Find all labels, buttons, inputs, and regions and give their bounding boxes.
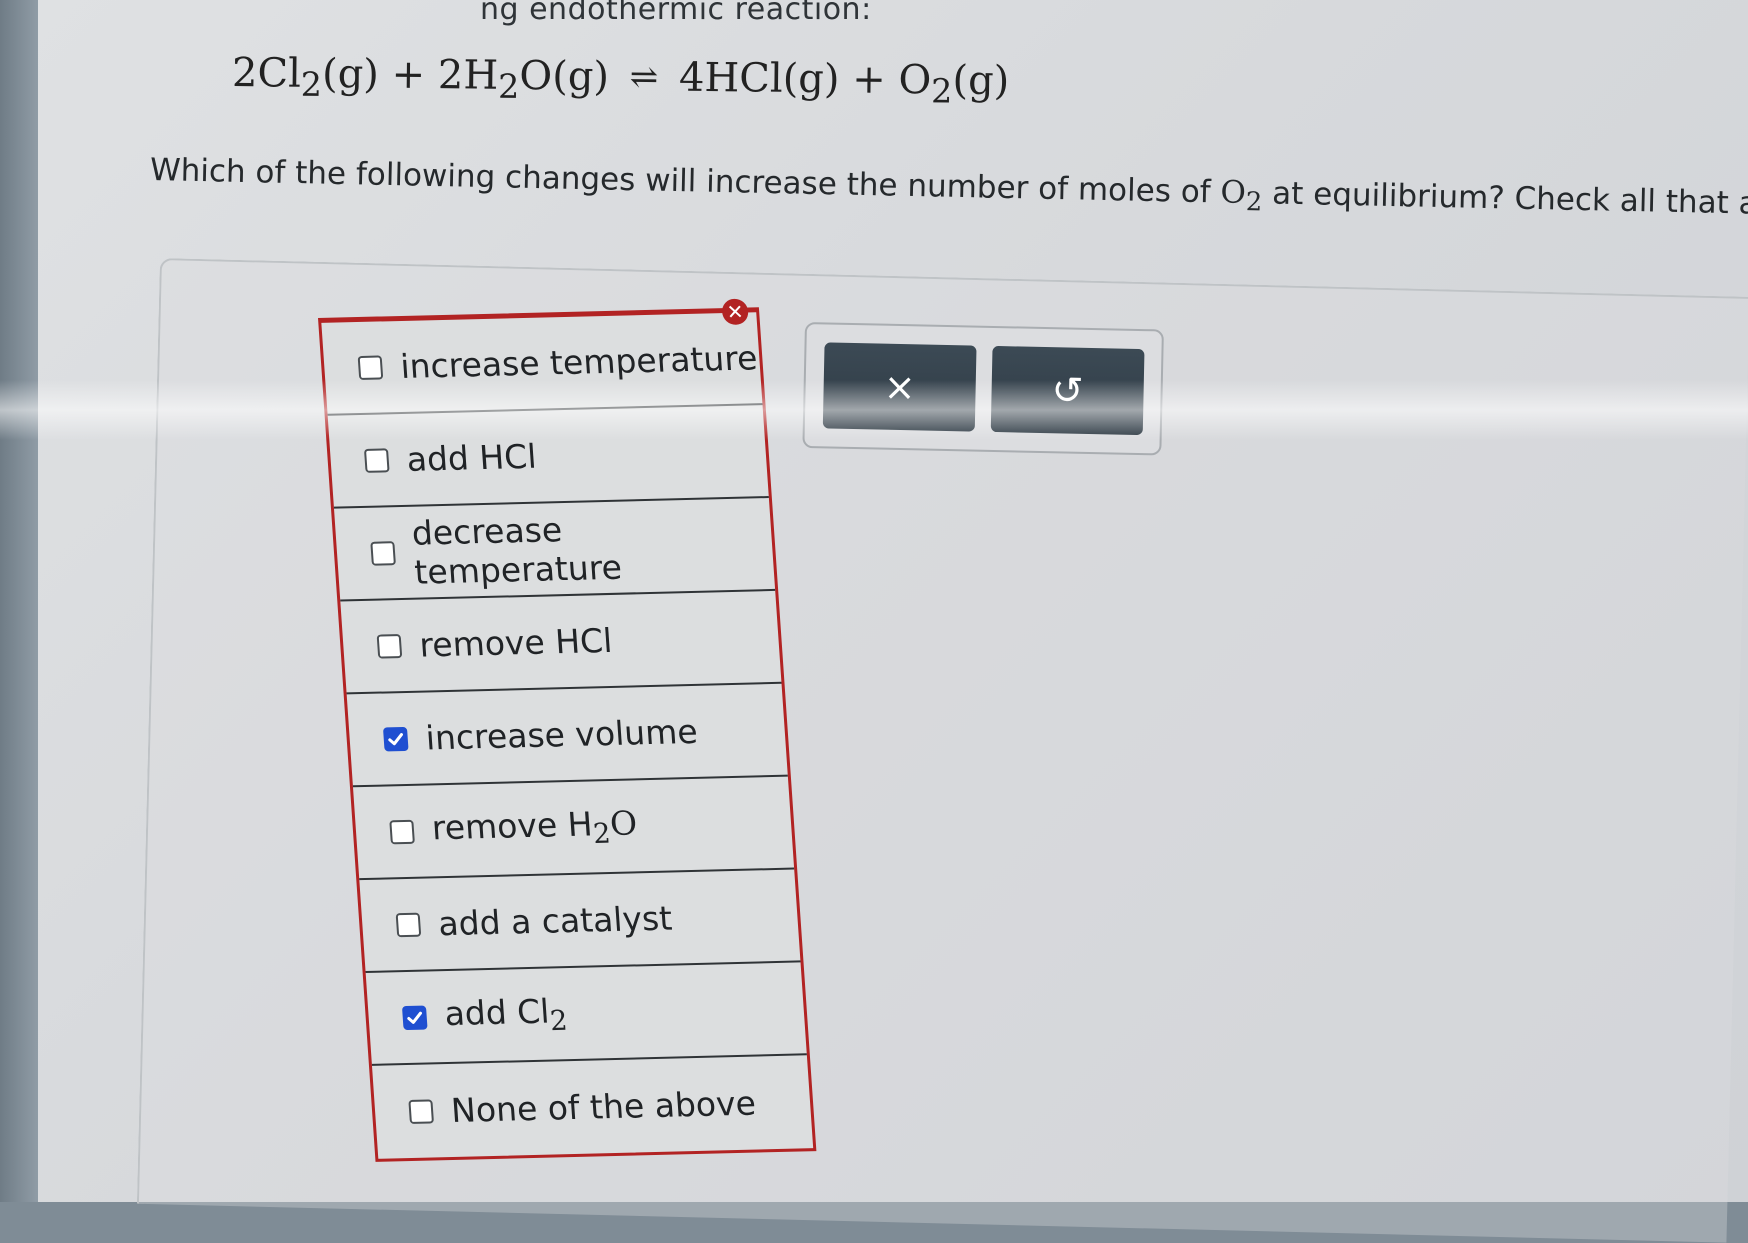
checkbox[interactable]	[357, 354, 384, 380]
checkbox-checked[interactable]	[382, 726, 409, 752]
plus-sign: +	[851, 56, 886, 103]
option-label: increase temperature	[399, 338, 759, 386]
option-label: remove HCl	[418, 620, 614, 665]
checkbox[interactable]	[389, 819, 415, 844]
answer-toolbar: × ↺	[802, 322, 1164, 456]
answer-checklist: ✕ increase temperature add HCl decrease …	[318, 298, 817, 1162]
checkbox[interactable]	[370, 540, 396, 566]
plus-sign: +	[391, 51, 426, 99]
option-none-of-the-above[interactable]: None of the above	[372, 1055, 813, 1159]
close-icon: ×	[883, 364, 917, 410]
chemical-equation: 2Cl2(g) + 2H2O(g) ⇌ 4HCl(g) + O2(g)	[232, 50, 1010, 111]
checkbox-checked[interactable]	[401, 1005, 428, 1030]
checkbox[interactable]	[408, 1098, 434, 1124]
checkmark-icon	[407, 1011, 422, 1024]
reactant-h2o: 2H2O(g)	[437, 52, 610, 107]
checkbox[interactable]	[376, 633, 403, 659]
checkbox[interactable]	[363, 447, 390, 473]
option-increase-temperature[interactable]: increase temperature	[321, 312, 763, 416]
equilibrium-arrow: ⇌	[629, 57, 659, 98]
intro-text: ng endothermic reaction:	[480, 0, 872, 27]
option-add-hcl[interactable]: add HCl	[327, 405, 769, 509]
option-decrease-temperature[interactable]: decrease temperature	[334, 498, 776, 602]
option-increase-volume[interactable]: increase volume	[346, 683, 788, 788]
option-label: None of the above	[449, 1083, 758, 1130]
option-label: add Cl2	[443, 991, 569, 1037]
option-label: remove H2O	[430, 803, 639, 850]
product-hcl: 4HCl(g)	[678, 54, 840, 103]
undo-button[interactable]: ↺	[990, 345, 1145, 436]
option-label: decrease temperature	[410, 509, 624, 592]
option-remove-h2o[interactable]: remove H2O	[352, 776, 795, 881]
option-label: add a catalyst	[437, 898, 674, 944]
undo-icon: ↺	[1051, 368, 1085, 413]
option-add-cl2[interactable]: add Cl2	[365, 962, 807, 1066]
checkmark-icon	[388, 732, 403, 745]
option-remove-hcl[interactable]: remove HCl	[340, 590, 782, 695]
product-o2: O2(g)	[898, 56, 1010, 111]
reactant-cl2: 2Cl2(g)	[231, 50, 380, 104]
option-label: increase volume	[424, 711, 699, 758]
option-add-catalyst[interactable]: add a catalyst	[359, 869, 801, 974]
clear-button[interactable]: ×	[822, 342, 977, 432]
option-label: add HCl	[405, 436, 538, 479]
checkbox[interactable]	[395, 912, 422, 937]
